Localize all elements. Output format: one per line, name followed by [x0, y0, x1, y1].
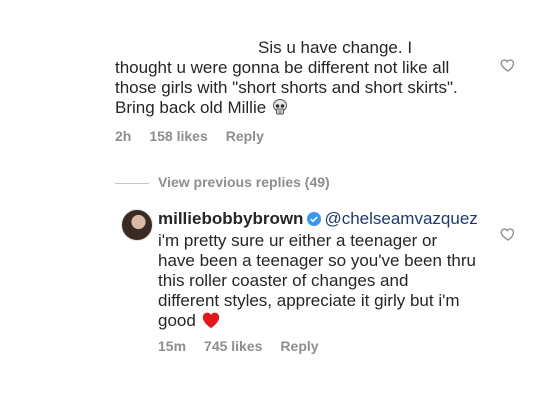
comment-2-line-2: i'm pretty sure ur either a teenager or	[158, 231, 438, 250]
comment-1-meta: 2h 158 likes Reply	[115, 128, 282, 144]
comment-2-line-3: have been a teenager so you've been thru	[158, 251, 476, 270]
comment-1-line-3: those girls with "short shorts and short…	[115, 78, 458, 97]
comment-1-line-4-text: Bring back old Millie	[115, 98, 267, 117]
comment-2-line-5: different styles, appreciate it girly bu…	[158, 291, 460, 310]
comment-1-line-2: thought u were gonna be different not li…	[115, 58, 450, 77]
comment-2-time: 15m	[158, 338, 187, 354]
comment-1-text: Sis u have change. I thought u were gonn…	[115, 38, 495, 121]
comment-2-meta: 15m 745 likes Reply	[158, 338, 337, 354]
comment-2-line-6: good	[158, 311, 498, 334]
avatar[interactable]	[121, 209, 153, 241]
like-comment-2-heart-icon[interactable]	[500, 226, 520, 246]
comment-1-likes[interactable]: 158 likes	[149, 128, 207, 144]
comment-2-line-6-text: good	[158, 311, 196, 330]
red-heart-emoji-icon	[201, 311, 221, 334]
comment-1-reply-button[interactable]: Reply	[226, 128, 264, 144]
comment-2-reply-button[interactable]: Reply	[280, 338, 318, 354]
comment-2-mention[interactable]: @chelseamvazquez	[324, 209, 477, 228]
comment-1-line-4: Bring back old Millie	[115, 98, 495, 121]
like-comment-1-heart-icon[interactable]	[500, 57, 520, 77]
comment-2-line-1: milliebobbybrown @chelseamvazquez	[158, 209, 498, 231]
skull-emoji-icon	[271, 98, 289, 121]
comment-2-line-4: this roller coaster of changes and	[158, 271, 409, 290]
comment-2-username[interactable]: milliebobbybrown	[158, 209, 303, 228]
replies-divider	[115, 183, 149, 184]
comment-2-likes[interactable]: 745 likes	[204, 338, 262, 354]
comment-2-text: milliebobbybrown @chelseamvazquez i'm pre…	[158, 209, 498, 334]
comment-1-line-1: Sis u have change. I	[258, 38, 413, 57]
comment-1-time: 2h	[115, 128, 132, 144]
verified-badge-icon	[307, 211, 322, 231]
view-previous-replies-button[interactable]: View previous replies (49)	[158, 174, 330, 190]
